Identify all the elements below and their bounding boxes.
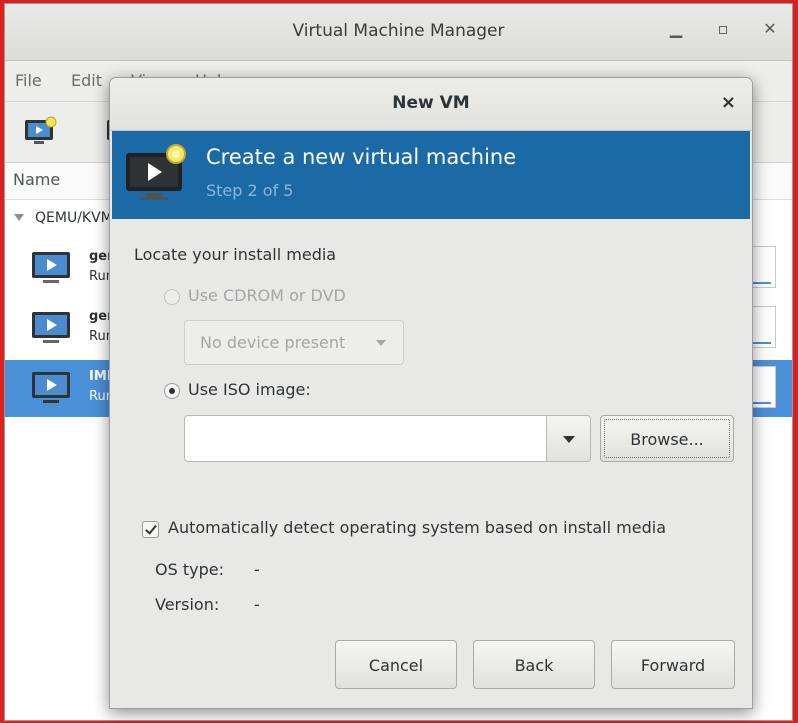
new-vm-dialog: New VM × Create a new virtual machine St… (109, 77, 753, 709)
version-label: Version: (155, 595, 220, 614)
close-icon[interactable]: × (721, 92, 736, 113)
iso-history-dropdown[interactable] (546, 415, 591, 462)
cancel-button[interactable]: Cancel (335, 640, 457, 689)
connection-label: QEMU/KVM (35, 210, 113, 226)
locate-media-label: Locate your install media (134, 245, 337, 264)
cdrom-device-value: No device present (200, 333, 346, 352)
new-vm-icon (126, 144, 186, 200)
browse-button[interactable]: Browse... (600, 415, 734, 462)
minimize-icon[interactable]: ▁ (665, 18, 687, 40)
column-name-header[interactable]: Name (13, 170, 60, 189)
vm-monitor-icon (32, 252, 70, 283)
menu-edit[interactable]: Edit (71, 71, 102, 90)
back-button[interactable]: Back (473, 640, 595, 689)
cdrom-radio[interactable] (164, 289, 180, 305)
maximize-icon[interactable]: ▫ (712, 18, 734, 40)
cdrom-device-select[interactable]: No device present (184, 320, 404, 365)
wizard-title: Create a new virtual machine (206, 145, 517, 169)
os-type-value: - (254, 560, 260, 579)
auto-detect-checkbox[interactable] (142, 521, 159, 538)
vm-monitor-icon (32, 372, 70, 403)
new-vm-icon[interactable] (23, 116, 59, 148)
forward-button[interactable]: Forward (611, 640, 735, 689)
iso-path-input[interactable] (184, 415, 586, 462)
version-value: - (254, 595, 260, 614)
iso-label: Use ISO image: (188, 380, 311, 399)
close-icon[interactable]: ✕ (759, 18, 781, 40)
iso-radio[interactable] (164, 383, 180, 399)
dialog-titlebar[interactable]: New VM × (110, 78, 752, 131)
cdrom-label: Use CDROM or DVD (188, 286, 346, 305)
wizard-step: Step 2 of 5 (206, 181, 294, 200)
os-type-label: OS type: (155, 560, 224, 579)
auto-detect-label: Automatically detect operating system ba… (168, 518, 666, 537)
main-titlebar[interactable]: Virtual Machine Manager ▁ ▫ ✕ (5, 4, 792, 61)
expander-icon[interactable] (14, 214, 24, 221)
menu-file[interactable]: File (15, 71, 42, 90)
dialog-title: New VM (392, 93, 470, 113)
vm-monitor-icon (32, 312, 70, 343)
chevron-down-icon (376, 340, 386, 346)
wizard-banner: Create a new virtual machine Step 2 of 5 (112, 131, 750, 219)
chevron-down-icon (563, 436, 575, 443)
